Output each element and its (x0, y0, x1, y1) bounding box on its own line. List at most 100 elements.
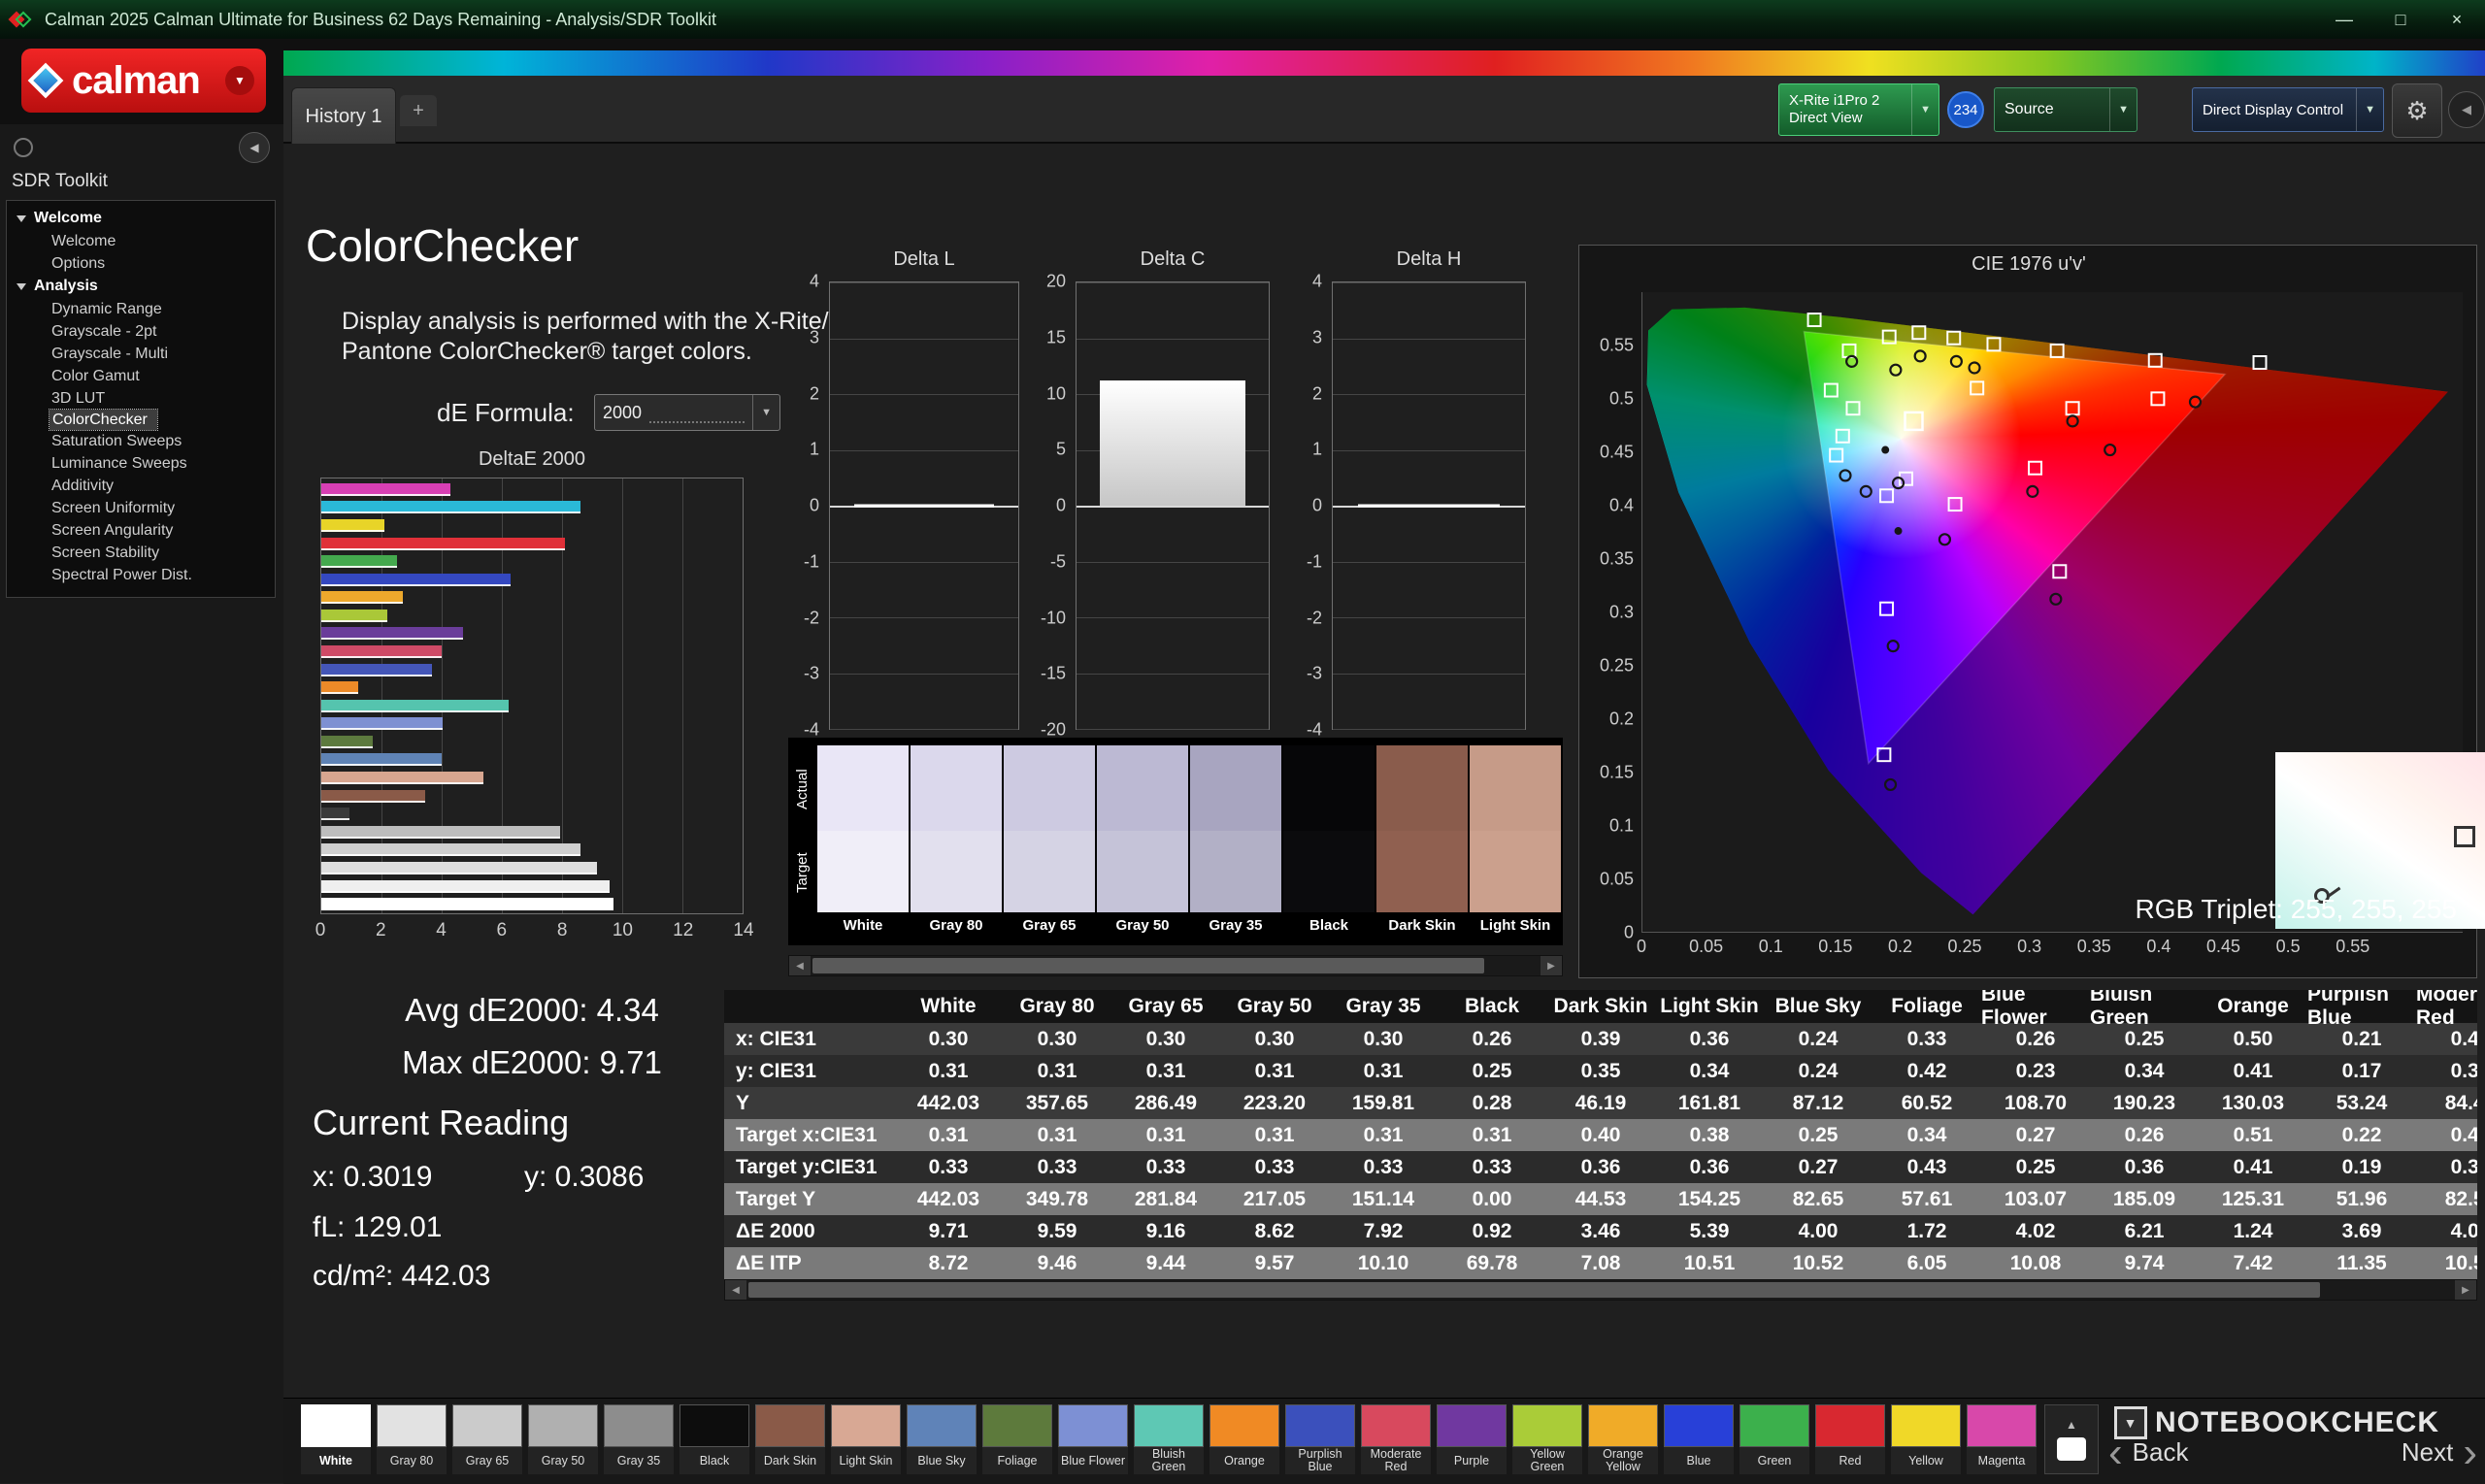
logo-dropdown-icon[interactable]: ▼ (225, 66, 254, 95)
sidebar-item-grayscale-2pt[interactable]: Grayscale - 2pt (7, 320, 275, 343)
patch-strip-patches: WhiteGray 80Gray 65Gray 50Gray 35BlackDa… (817, 745, 1563, 945)
table-cell: 0.31 (1003, 1119, 1111, 1151)
cie-x-tick-label: 0.4 (2146, 937, 2170, 957)
swatch-blue-flower[interactable]: Blue Flower (1058, 1404, 1128, 1474)
scroll-right-button[interactable]: ▶ (1541, 956, 1562, 975)
source-dropdown[interactable]: Source ▼ (1994, 87, 2137, 132)
swatch-color (907, 1404, 977, 1447)
sidebar-item-screen-angularity[interactable]: Screen Angularity (7, 519, 275, 542)
table-cell: 0.30 (894, 1023, 1003, 1055)
sidebar-item-saturation-sweeps[interactable]: Saturation Sweeps (7, 430, 275, 452)
swatch-orange[interactable]: Orange (1209, 1404, 1279, 1474)
scroll-thumb[interactable] (748, 1282, 2320, 1298)
back-button[interactable]: ‹ Back (2108, 1437, 2188, 1468)
swatch-gray-35[interactable]: Gray 35 (604, 1404, 674, 1474)
tree-group-analysis[interactable]: Analysis (7, 275, 275, 298)
sidebar-item-spectral-power-dist[interactable]: Spectral Power Dist. (7, 564, 275, 586)
calman-logo[interactable]: calman ▼ (21, 49, 266, 113)
swatch-yellow[interactable]: Yellow (1891, 1404, 1961, 1474)
patch-black[interactable]: Black (1283, 745, 1375, 945)
swatch-magenta[interactable]: Magenta (1967, 1404, 2037, 1474)
patch-light-skin[interactable]: Light Skin (1470, 745, 1561, 945)
tab-history-1[interactable]: History 1 (291, 87, 396, 145)
sidebar-tree: WelcomeWelcomeOptionsAnalysisDynamic Ran… (6, 200, 276, 598)
meter-name: X-Rite i1Pro 2 (1789, 92, 1879, 110)
scroll-left-button[interactable]: ◀ (789, 956, 811, 975)
sidebar-collapse-button[interactable]: ◀ (239, 132, 270, 163)
swatch-bluish-green[interactable]: Bluish Green (1134, 1404, 1204, 1474)
table-cell: 0.34 (2090, 1055, 2199, 1087)
swatch-foliage[interactable]: Foliage (982, 1404, 1052, 1474)
patch-gray-35[interactable]: Gray 35 (1190, 745, 1281, 945)
display-control-dropdown[interactable]: Direct Display Control ▼ (2192, 87, 2384, 132)
column-header-gray-65: Gray 65 (1111, 990, 1220, 1023)
swatch-moderate-red[interactable]: Moderate Red (1361, 1404, 1431, 1474)
table-cell: 0.24 (1764, 1023, 1872, 1055)
swatch-dark-skin[interactable]: Dark Skin (755, 1404, 825, 1474)
swatch-blue-sky[interactable]: Blue Sky (907, 1404, 977, 1474)
swatch-label: Light Skin (831, 1447, 901, 1474)
swatch-blue[interactable]: Blue (1664, 1404, 1734, 1474)
sidebar-item-colorchecker[interactable]: ColorChecker (50, 410, 157, 430)
table-cell: 46.19 (1546, 1087, 1655, 1119)
swatch-gray-50[interactable]: Gray 50 (528, 1404, 598, 1474)
swatch-red[interactable]: Red (1815, 1404, 1885, 1474)
swatch-purple[interactable]: Purple (1437, 1404, 1507, 1474)
de-formula-dropdown[interactable]: 2000 ▼ (594, 394, 780, 431)
sidebar-item-grayscale-multi[interactable]: Grayscale - Multi (7, 343, 275, 365)
sidebar-item-additivity[interactable]: Additivity (7, 475, 275, 497)
scroll-track[interactable] (811, 956, 1541, 975)
sidebar-item-screen-uniformity[interactable]: Screen Uniformity (7, 497, 275, 519)
tree-group-welcome[interactable]: Welcome (7, 207, 275, 230)
scroll-right-button[interactable]: ▶ (2455, 1280, 2476, 1300)
maximize-button[interactable]: □ (2372, 0, 2429, 39)
swatch-white[interactable]: White (301, 1404, 371, 1474)
sidebar-item-color-gamut[interactable]: Color Gamut (7, 365, 275, 387)
patch-strip-scrollbar[interactable]: ◀ ▶ (788, 955, 1563, 976)
swatch-light-skin[interactable]: Light Skin (831, 1404, 901, 1474)
de-formula-label: dE Formula: (437, 398, 575, 428)
delta-h-plot (1332, 281, 1526, 730)
swatch-label: Yellow Green (1512, 1447, 1582, 1474)
table-cell: 0.31 (894, 1119, 1003, 1151)
swatch-black[interactable]: Black (679, 1404, 749, 1474)
panel-collapse-button[interactable]: ◀ (2448, 91, 2485, 128)
sidebar-item-luminance-sweeps[interactable]: Luminance Sweeps (7, 452, 275, 475)
scroll-thumb[interactable] (812, 958, 1484, 973)
patch-gray-80[interactable]: Gray 80 (911, 745, 1002, 945)
table-scrollbar[interactable]: ◀ ▶ (724, 1279, 2477, 1301)
sidebar-item-welcome[interactable]: Welcome (7, 230, 275, 252)
swatch-purplish-blue[interactable]: Purplish Blue (1285, 1404, 1355, 1474)
sidebar-item-3d-lut[interactable]: 3D LUT (7, 387, 275, 410)
bar-fill (321, 808, 349, 820)
scroll-left-button[interactable]: ◀ (725, 1280, 746, 1300)
patch-bar-expander[interactable]: ▲ (2044, 1404, 2099, 1474)
patch-gray-50[interactable]: Gray 50 (1097, 745, 1188, 945)
sidebar-item-screen-stability[interactable]: Screen Stability (7, 542, 275, 564)
bottom-patch-bar: WhiteGray 80Gray 65Gray 50Gray 35BlackDa… (283, 1398, 2485, 1484)
scroll-track[interactable] (746, 1280, 2455, 1300)
table-cell: 53.24 (2307, 1087, 2416, 1119)
close-button[interactable]: × (2429, 0, 2485, 39)
swatch-yellow-green[interactable]: Yellow Green (1512, 1404, 1582, 1474)
add-tab-button[interactable]: + (400, 95, 437, 126)
patch-white[interactable]: White (817, 745, 909, 945)
swatch-gray-65[interactable]: Gray 65 (452, 1404, 522, 1474)
swatch-orange-yellow[interactable]: Orange Yellow (1588, 1404, 1658, 1474)
table-cell: 0.31 (2416, 1151, 2477, 1183)
sidebar-item-options[interactable]: Options (7, 252, 275, 275)
sidebar-item-dynamic-range[interactable]: Dynamic Range (7, 298, 275, 320)
white-patch-button[interactable] (2057, 1437, 2086, 1461)
swatch-label: Yellow (1891, 1447, 1961, 1474)
patch-dark-skin[interactable]: Dark Skin (1376, 745, 1468, 945)
swatch-green[interactable]: Green (1740, 1404, 1809, 1474)
patch-gray-65[interactable]: Gray 65 (1004, 745, 1095, 945)
meter-badge[interactable]: 234 (1947, 91, 1984, 128)
minimize-button[interactable]: — (2316, 0, 2372, 39)
swatch-gray-80[interactable]: Gray 80 (377, 1404, 447, 1474)
next-button[interactable]: Next › (2402, 1437, 2477, 1468)
swatch-label: Moderate Red (1361, 1447, 1431, 1474)
y-tick-label: -1 (1307, 551, 1322, 572)
settings-gear-button[interactable]: ⚙ (2392, 83, 2442, 138)
meter-dropdown[interactable]: X-Rite i1Pro 2 Direct View ▼ (1778, 83, 1939, 136)
